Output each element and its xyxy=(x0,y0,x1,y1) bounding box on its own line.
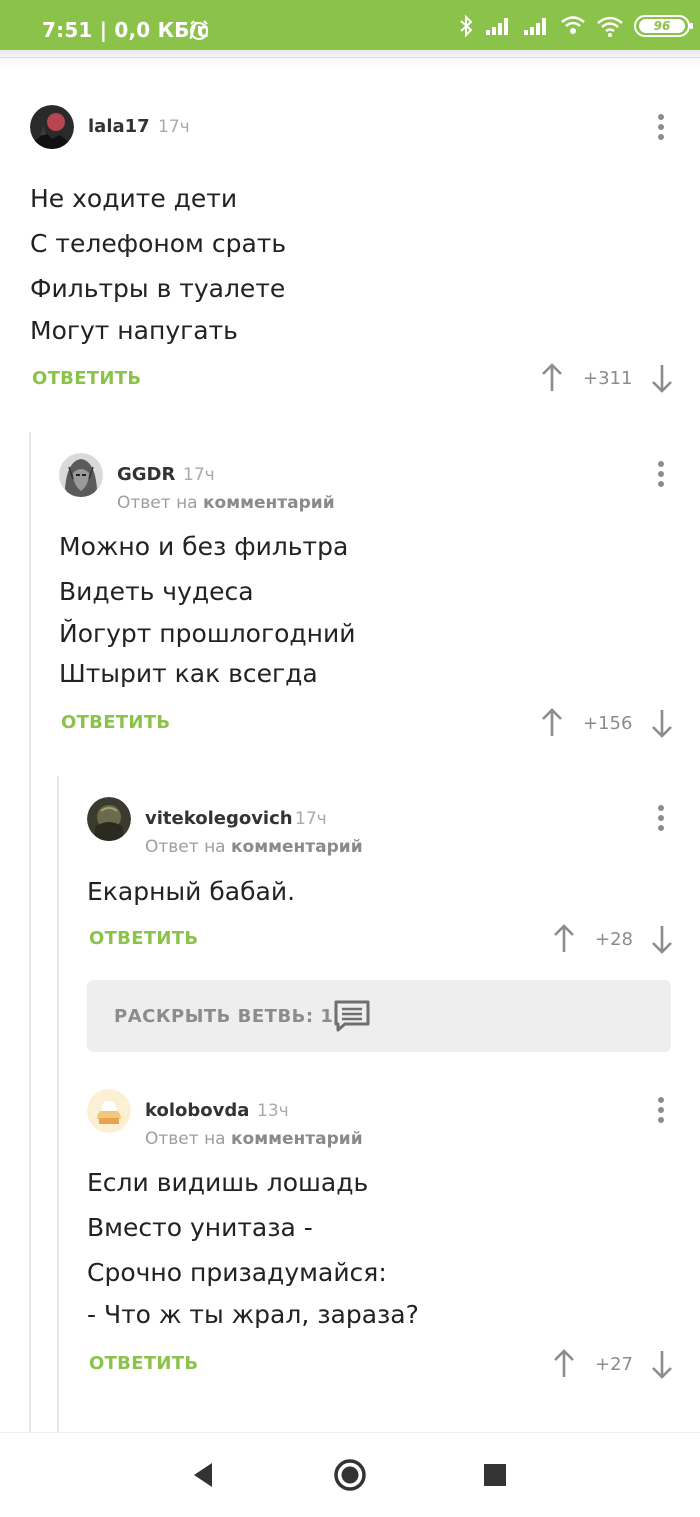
arrow-down-icon[interactable] xyxy=(650,1349,674,1379)
reply-to-label: Ответ на комментарий xyxy=(145,1129,363,1149)
comment-line: Видеть чудеса xyxy=(59,577,254,606)
more-vertical-icon[interactable] xyxy=(657,461,665,487)
author-name[interactable]: GGDR xyxy=(117,464,175,485)
comment-body: Если видишь лошадь Вместо унитаза - Сроч… xyxy=(87,1160,419,1335)
avatar[interactable] xyxy=(59,453,103,497)
reply-button[interactable]: ОТВЕТИТЬ xyxy=(32,368,141,389)
comment-line: Срочно призадумайся: xyxy=(87,1258,387,1287)
comment-line: Могут напугать xyxy=(30,316,238,345)
comment: kolobovda 13ч Ответ на комментарий Если … xyxy=(87,1089,680,1379)
alarm-icon xyxy=(190,20,208,40)
battery-indicator: 96 xyxy=(634,15,693,37)
system-nav-bar xyxy=(0,1432,700,1517)
avatar[interactable] xyxy=(30,105,74,149)
more-vertical-icon[interactable] xyxy=(657,114,665,140)
battery-level: 96 xyxy=(639,19,685,33)
more-vertical-icon[interactable] xyxy=(657,805,665,831)
thread-line xyxy=(57,776,59,1432)
expand-branch-button[interactable]: РАСКРЫТЬ ВЕТВЬ: 1 xyxy=(87,980,671,1052)
reply-button[interactable]: ОТВЕТИТЬ xyxy=(89,1353,198,1374)
comment-header: vitekolegovich 17ч Ответ на комментарий xyxy=(87,797,680,857)
arrow-up-icon[interactable] xyxy=(540,708,564,738)
comment-header: lala17 17ч xyxy=(30,105,680,151)
comment-body: Не ходите дети С телефоном срать Фильтры… xyxy=(30,176,286,351)
arrow-down-icon[interactable] xyxy=(650,708,674,738)
reply-to-link[interactable]: комментарий xyxy=(203,493,335,513)
vote-score: +311 xyxy=(583,368,633,389)
comment-icon xyxy=(334,1000,370,1032)
signal-icon xyxy=(524,18,546,35)
comment: GGDR 17ч Ответ на комментарий Можно и бе… xyxy=(59,453,680,738)
reply-to-prefix: Ответ на xyxy=(145,1129,226,1149)
comment-line: - Что ж ты жрал, зараза? xyxy=(87,1300,419,1329)
reply-button[interactable]: ОТВЕТИТЬ xyxy=(61,712,170,733)
vote-widget: +27 xyxy=(552,1349,680,1379)
comment-line: С телефоном срать xyxy=(30,229,287,258)
arrow-up-icon[interactable] xyxy=(552,924,576,954)
nav-back-icon[interactable] xyxy=(186,1457,222,1493)
arrow-down-icon[interactable] xyxy=(650,924,674,954)
comment-body: Можно и без фильтра Видеть чудеса Йогурт… xyxy=(59,524,356,694)
comment-line: Вместо унитаза - xyxy=(87,1213,313,1242)
thread-line xyxy=(29,432,31,1432)
status-time: 7:51 | 0,0 КБ/с xyxy=(42,18,210,42)
reply-button[interactable]: ОТВЕТИТЬ xyxy=(89,928,198,949)
vote-score: +156 xyxy=(583,713,633,734)
comment-line: Йогурт прошлогодний xyxy=(59,619,356,648)
comment-age: 13ч xyxy=(257,1101,289,1121)
vote-score: +27 xyxy=(595,1354,633,1375)
comment-body: Екарный бабай. xyxy=(87,869,295,914)
comment-line: Можно и без фильтра xyxy=(59,532,349,561)
comment-age: 17ч xyxy=(183,465,215,485)
nav-home-icon[interactable] xyxy=(332,1457,368,1493)
wifi-calling-icon xyxy=(561,16,585,34)
comment-line: Фильтры в туалете xyxy=(30,274,286,303)
reply-to-label: Ответ на комментарий xyxy=(117,493,335,513)
vote-score: +28 xyxy=(595,929,633,950)
arrow-up-icon[interactable] xyxy=(552,1349,576,1379)
expand-branch-label: РАСКРЫТЬ ВЕТВЬ: 1 xyxy=(114,1006,334,1027)
reply-to-label: Ответ на комментарий xyxy=(145,837,363,857)
reply-to-prefix: Ответ на xyxy=(117,493,198,513)
avatar[interactable] xyxy=(87,797,131,841)
comment-line: Екарный бабай. xyxy=(87,877,296,906)
vote-widget: +28 xyxy=(552,924,680,954)
comment-age: 17ч xyxy=(295,809,327,829)
arrow-up-icon[interactable] xyxy=(540,363,564,393)
comment-header: kolobovda 13ч Ответ на комментарий xyxy=(87,1089,680,1149)
screen: 7:51 | 0,0 КБ/с 96 lala17 17ч Не ходите … xyxy=(0,0,700,1517)
status-bar: 7:51 | 0,0 КБ/с 96 xyxy=(0,0,700,50)
signal-icon xyxy=(486,18,508,35)
reply-to-link[interactable]: комментарий xyxy=(231,837,363,857)
author-name[interactable]: vitekolegovich xyxy=(145,808,293,829)
comment-line: Если видишь лошадь xyxy=(87,1168,369,1197)
bluetooth-icon xyxy=(460,14,473,38)
vote-widget: +311 xyxy=(540,363,680,393)
toolbar-shadow xyxy=(0,50,700,68)
wifi-icon xyxy=(597,16,623,37)
nav-recents-icon[interactable] xyxy=(477,1457,513,1493)
reply-to-link[interactable]: комментарий xyxy=(231,1129,363,1149)
author-name[interactable]: lala17 xyxy=(88,116,150,137)
author-name[interactable]: kolobovda xyxy=(145,1100,249,1121)
avatar[interactable] xyxy=(87,1089,131,1133)
comment-line: Не ходите дети xyxy=(30,184,238,213)
arrow-down-icon[interactable] xyxy=(650,363,674,393)
comment-age: 17ч xyxy=(158,117,190,137)
comment: lala17 17ч Не ходите дети С телефоном ср… xyxy=(30,105,680,393)
reply-to-prefix: Ответ на xyxy=(145,837,226,857)
comment: vitekolegovich 17ч Ответ на комментарий … xyxy=(87,797,680,954)
vote-widget: +156 xyxy=(540,708,680,738)
status-icons: 96 xyxy=(458,14,693,38)
comment-header: GGDR 17ч Ответ на комментарий xyxy=(59,453,680,513)
more-vertical-icon[interactable] xyxy=(657,1097,665,1123)
comment-line: Штырит как всегда xyxy=(59,659,318,688)
